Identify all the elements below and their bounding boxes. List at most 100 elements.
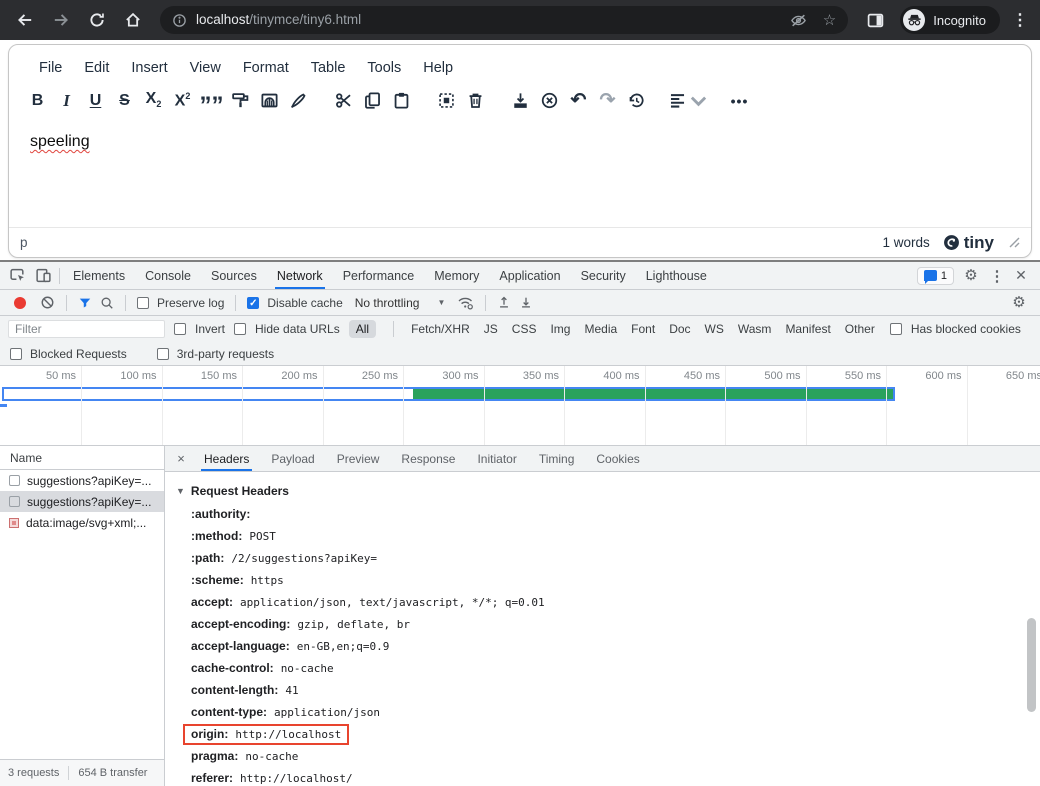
search-icon[interactable] [100,296,114,310]
filter-icon[interactable] [78,296,92,310]
details-tab-timing[interactable]: Timing [528,446,586,471]
copy-button[interactable] [358,87,387,114]
details-tab-initiator[interactable]: Initiator [466,446,527,471]
tab-elements[interactable]: Elements [63,262,135,289]
scrollbar-thumb[interactable] [1027,618,1036,712]
save-button[interactable] [506,87,535,114]
tab-performance[interactable]: Performance [333,262,425,289]
cookies-blocked-icon[interactable] [790,12,807,29]
remove-button[interactable] [461,87,490,114]
subscript-button[interactable]: X2 [139,87,168,114]
page-info-icon[interactable] [172,13,187,28]
devtools-close-button[interactable]: ✕ [1010,263,1032,289]
record-button[interactable] [14,297,26,309]
side-panel-button[interactable] [858,4,892,36]
redo-button[interactable]: ↷ [593,87,622,114]
incognito-badge[interactable]: Incognito [900,6,1000,34]
blockquote-button[interactable]: ”” [197,87,226,114]
menu-tools[interactable]: Tools [357,56,411,80]
menu-table[interactable]: Table [301,56,356,80]
menu-edit[interactable]: Edit [74,56,119,80]
cancel-button[interactable] [535,87,564,114]
align-left-button[interactable] [667,87,709,114]
filter-type-manifest[interactable]: Manifest [785,320,830,338]
export-har-icon[interactable] [519,295,533,310]
details-tab-headers[interactable]: Headers [193,446,260,471]
import-har-icon[interactable] [497,295,511,310]
filter-type-wasm[interactable]: Wasm [738,320,772,338]
details-tab-response[interactable]: Response [390,446,466,471]
tab-sources[interactable]: Sources [201,262,267,289]
request-row[interactable]: suggestions?apiKey=... [0,491,164,512]
resize-handle-icon[interactable] [1009,237,1020,248]
tab-network[interactable]: Network [267,262,333,289]
details-tab-preview[interactable]: Preview [326,446,391,471]
disable-cache-checkbox[interactable]: ✓ [247,297,259,309]
restore-draft-button[interactable] [622,87,651,114]
menu-view[interactable]: View [180,56,231,80]
cut-button[interactable] [329,87,358,114]
strikethrough-button[interactable]: S [110,87,139,114]
bold-button[interactable]: B [23,87,52,114]
permanent-pen-button[interactable] [284,87,313,114]
menu-help[interactable]: Help [413,56,463,80]
devtools-menu-button[interactable]: ⋮ [988,263,1006,289]
url-bar[interactable]: localhost/tinymce/tiny6.html ☆ [160,6,848,34]
network-settings-button[interactable]: ⚙ [1006,290,1032,316]
filter-type-ws[interactable]: WS [705,320,724,338]
name-column-header[interactable]: Name [0,446,164,470]
has-blocked-cookies-checkbox[interactable] [890,323,902,335]
filter-type-img[interactable]: Img [550,320,570,338]
tab-memory[interactable]: Memory [424,262,489,289]
throttling-select[interactable]: No throttling ▼ [351,296,450,310]
network-overview[interactable]: 50 ms100 ms150 ms200 ms250 ms300 ms350 m… [0,366,1040,446]
issues-badge[interactable]: 1 [917,267,954,285]
menu-file[interactable]: File [29,56,72,80]
devtools-settings-button[interactable]: ⚙ [958,263,984,289]
filter-type-doc[interactable]: Doc [669,320,690,338]
network-conditions-icon[interactable] [457,295,474,310]
device-toolbar-button[interactable] [30,263,56,289]
filter-type-media[interactable]: Media [584,320,617,338]
undo-button[interactable]: ↶ [564,87,593,114]
tab-lighthouse[interactable]: Lighthouse [636,262,717,289]
invert-checkbox[interactable] [174,323,186,335]
request-headers-section[interactable]: ▼ Request Headers [176,481,1040,501]
misspelled-word[interactable]: speeling [30,133,90,150]
element-path[interactable]: p [20,235,28,250]
request-row[interactable]: data:image/svg+xml;... [0,512,164,533]
browser-menu-button[interactable]: ⋮ [1008,4,1032,36]
third-party-checkbox[interactable] [157,348,169,360]
tab-security[interactable]: Security [571,262,636,289]
filter-type-js[interactable]: JS [484,320,498,338]
paint-roller-button[interactable] [226,87,255,114]
superscript-button[interactable]: X2 [168,87,197,114]
tab-console[interactable]: Console [135,262,201,289]
word-count[interactable]: 1 words [882,235,929,250]
details-tab-cookies[interactable]: Cookies [585,446,650,471]
filter-type-other[interactable]: Other [845,320,875,338]
tab-application[interactable]: Application [489,262,570,289]
bookmark-star-icon[interactable]: ☆ [823,13,836,28]
preserve-log-checkbox[interactable] [137,297,149,309]
reload-button[interactable] [80,4,114,36]
select-all-button[interactable] [432,87,461,114]
tiny-branding[interactable]: tiny [943,233,994,253]
request-row[interactable]: suggestions?apiKey=... [0,470,164,491]
filter-input[interactable] [8,320,165,338]
editor-content[interactable]: speeling [9,120,1031,164]
paste-button[interactable] [387,87,416,114]
underline-button[interactable]: U [81,87,110,114]
forward-button[interactable] [44,4,78,36]
more-button[interactable]: ••• [725,87,754,114]
filter-type-css[interactable]: CSS [512,320,537,338]
page-embed-button[interactable] [255,87,284,114]
inspect-element-button[interactable] [4,263,30,289]
details-close-button[interactable]: × [169,451,193,466]
menu-format[interactable]: Format [233,56,299,80]
filter-type-fetch-xhr[interactable]: Fetch/XHR [411,320,470,338]
details-tab-payload[interactable]: Payload [260,446,325,471]
italic-button[interactable]: I [52,87,81,114]
filter-type-all[interactable]: All [349,320,376,338]
home-button[interactable] [116,4,150,36]
